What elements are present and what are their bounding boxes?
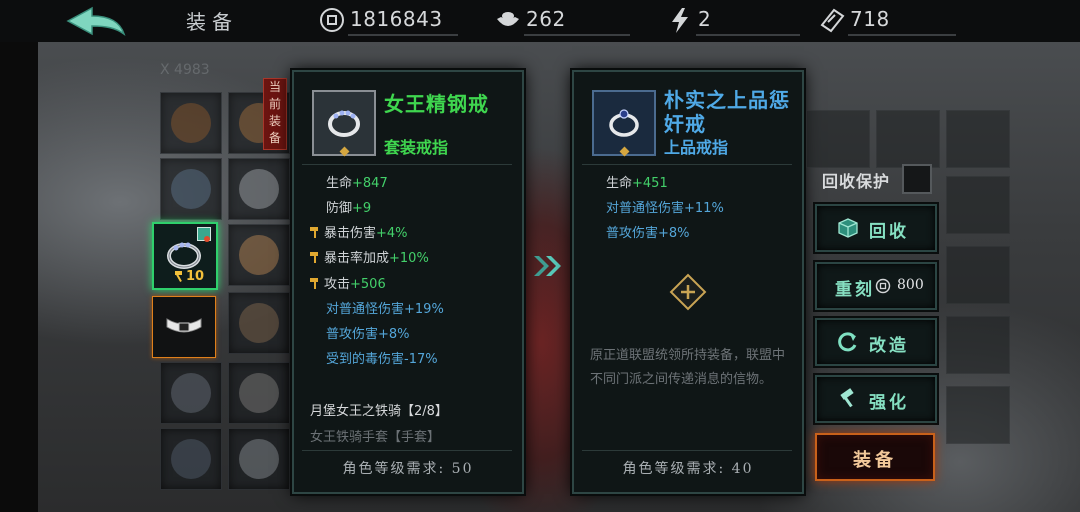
inventory-slot[interactable] xyxy=(228,292,290,354)
recycle-cube-icon xyxy=(838,218,858,238)
item-description: 原正道联盟统领所持装备，联盟中不同门派之间传递消息的信物。 xyxy=(590,348,786,387)
empty-socket-icon[interactable] xyxy=(668,272,708,312)
ingot-icon xyxy=(497,12,519,26)
reforge-button[interactable]: 重刻 800 xyxy=(815,262,937,310)
ingot-value: 262 xyxy=(526,7,566,31)
energy-value: 2 xyxy=(698,7,712,31)
stat-row: 对普通怪伤害+19% xyxy=(326,302,444,317)
ring-icon xyxy=(609,109,639,137)
divider xyxy=(582,450,792,451)
recycle-button[interactable]: 回收 xyxy=(815,204,937,252)
recycle-protect-label: 回收保护 xyxy=(822,172,891,191)
refresh-icon xyxy=(838,332,857,352)
item-name: 朴实之上品惩奸戒 xyxy=(664,88,790,136)
equip-button[interactable]: 装备 xyxy=(815,433,935,481)
stat-row: 普攻伤害+8% xyxy=(326,327,410,342)
coin-value: 1816843 xyxy=(350,7,443,31)
hammer-icon xyxy=(310,252,318,263)
inventory-slot[interactable] xyxy=(876,110,940,168)
compare-arrow-icon xyxy=(534,256,561,276)
inventory-slot[interactable] xyxy=(228,224,290,286)
hammer-icon xyxy=(840,388,854,408)
page-title: 装备 xyxy=(186,10,238,34)
item-icon-frame xyxy=(592,90,656,157)
inventory-slot[interactable] xyxy=(946,316,1010,374)
coin-underline xyxy=(348,34,458,36)
divider xyxy=(582,164,792,165)
selected-ring-slot[interactable]: 10 xyxy=(152,222,218,290)
inventory-slot[interactable] xyxy=(160,362,222,424)
stat-row: 攻击+506 xyxy=(310,273,386,292)
set-title: 月堡女王之铁骑【2/8】 xyxy=(310,404,448,419)
reforge-cost: 800 xyxy=(897,277,924,293)
remake-button[interactable]: 改造 xyxy=(815,318,937,366)
stat-row: 暴击率加成+10% xyxy=(310,247,429,266)
ticket-underline xyxy=(848,34,956,36)
stat-row: 暴击伤害+4% xyxy=(310,222,408,241)
stat-row: 对普通怪伤害+11% xyxy=(606,201,724,216)
hammer-icon xyxy=(310,278,318,289)
inventory-slot[interactable] xyxy=(946,176,1010,234)
left-edge-shadow xyxy=(0,42,38,512)
level-requirement: 角色等级需求: 50 xyxy=(342,461,474,477)
inventory-slot[interactable] xyxy=(946,386,1010,444)
inventory-slot[interactable] xyxy=(228,362,290,424)
ticket-counter: 718 xyxy=(818,5,968,37)
stat-row: 普攻伤害+8% xyxy=(606,226,690,241)
item-type: 上品戒指 xyxy=(664,138,729,157)
item-name: 女王精钢戒 xyxy=(384,92,489,116)
inventory-slot[interactable] xyxy=(228,158,290,220)
hammer-icon xyxy=(175,271,182,282)
ring-icon xyxy=(328,110,360,137)
top-bar: 装备 1816843 262 2 718 xyxy=(0,0,1080,42)
hammer-icon xyxy=(310,227,318,238)
inventory-slot[interactable] xyxy=(946,110,1010,168)
notification-dot-icon xyxy=(204,236,210,242)
coin-icon xyxy=(320,8,344,32)
inventory-slot[interactable] xyxy=(160,428,222,490)
energy-counter: 2 xyxy=(666,5,806,37)
item-type: 套装戒指 xyxy=(384,138,449,157)
inventory-slot[interactable] xyxy=(160,158,222,220)
ring-icon xyxy=(167,242,201,269)
current-equipped-tag: 当前装备 xyxy=(263,78,287,150)
item-icon-frame xyxy=(312,90,376,157)
inventory-slot[interactable] xyxy=(946,246,1010,304)
ingot-counter: 262 xyxy=(494,5,634,37)
coin-counter: 1816843 xyxy=(318,5,458,37)
strengthen-button[interactable]: 强化 xyxy=(815,375,937,423)
recycle-protect-checkbox[interactable] xyxy=(902,164,932,194)
gem-pin-icon xyxy=(339,146,350,157)
stat-row: 生命+451 xyxy=(606,176,668,191)
ticket-icon xyxy=(820,8,845,33)
divider xyxy=(302,164,512,165)
coin-icon xyxy=(875,278,891,294)
stat-row: 防御+9 xyxy=(326,201,372,216)
divider xyxy=(302,450,512,451)
inventory-slot[interactable] xyxy=(160,92,222,154)
belt-icon xyxy=(166,318,202,333)
back-arrow-icon[interactable] xyxy=(62,4,128,38)
lightning-icon xyxy=(672,8,688,33)
stat-row: 生命+847 xyxy=(326,176,388,191)
level-requirement: 角色等级需求: 40 xyxy=(622,461,754,477)
energy-underline xyxy=(696,34,800,36)
inventory-slot[interactable] xyxy=(806,110,870,168)
current-item-card: 女王精钢戒 套装戒指 生命+847 防御+9 暴击伤害+4% 暴击率加成+10%… xyxy=(292,70,524,494)
ticket-value: 718 xyxy=(850,7,890,31)
inventory-slot[interactable] xyxy=(228,428,290,490)
gem-pin-icon xyxy=(619,146,630,157)
ingot-underline xyxy=(524,34,630,36)
set-item: 女王铁骑手套【手套】 xyxy=(310,430,441,445)
stat-row: 受到的毒伤害-17% xyxy=(326,352,438,367)
inventory-count: X 4983 xyxy=(160,62,210,78)
enhance-level: 10 xyxy=(186,269,205,284)
new-item-card: 朴实之上品惩奸戒 上品戒指 生命+451 对普通怪伤害+11% 普攻伤害+8% … xyxy=(572,70,804,494)
belt-slot[interactable] xyxy=(152,296,216,358)
